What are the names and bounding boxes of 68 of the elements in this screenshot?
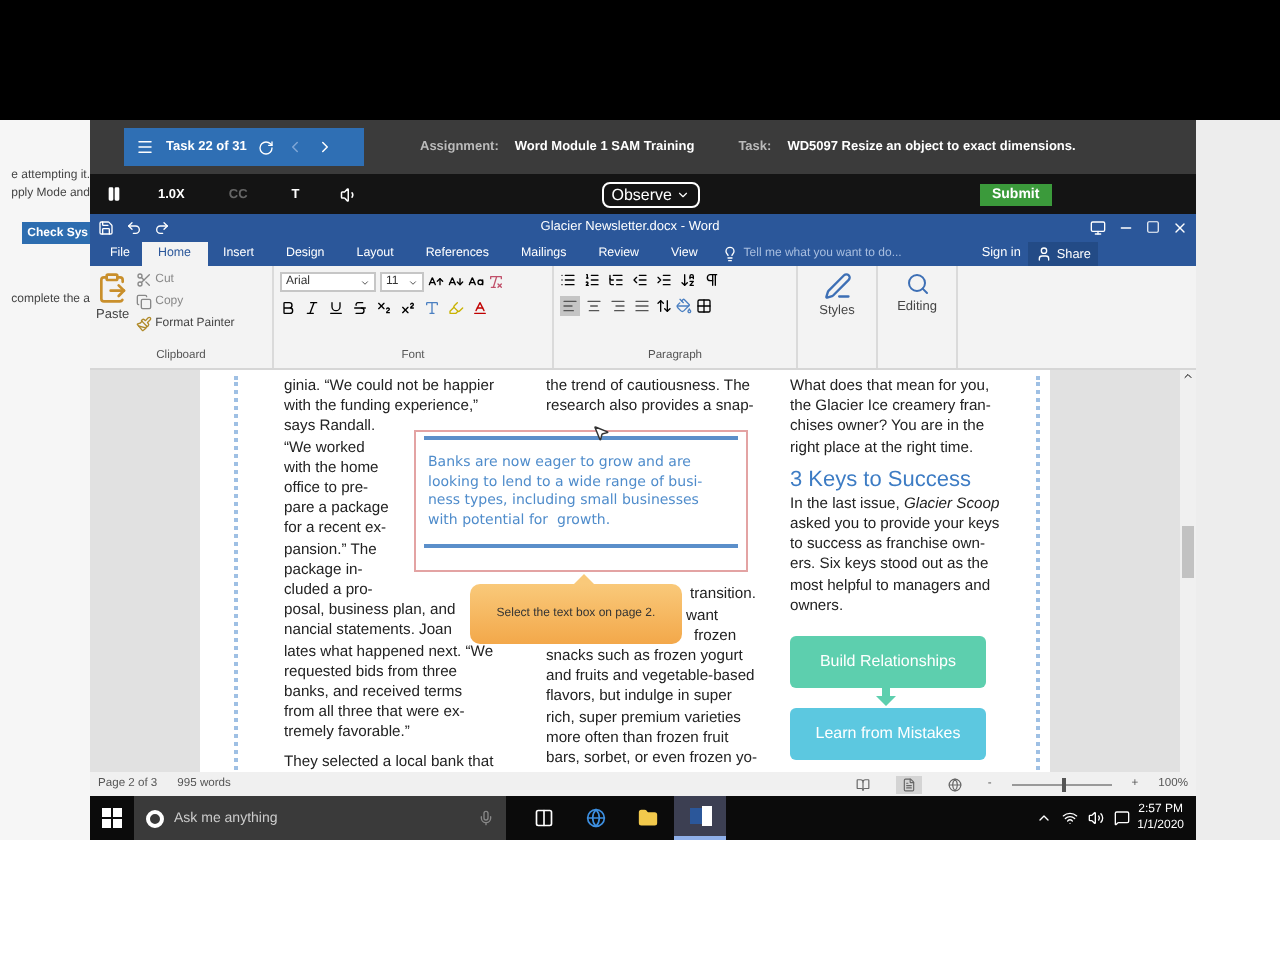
multilevel-list-icon[interactable] (608, 272, 624, 288)
bullets-icon[interactable] (560, 272, 576, 288)
process-step: Build Relationships (790, 636, 986, 689)
increase-indent-icon[interactable] (656, 272, 672, 288)
superscript-icon[interactable] (400, 300, 416, 316)
task-view-icon[interactable] (534, 808, 554, 828)
mode-select[interactable]: Observe (601, 181, 700, 207)
section-heading: 3 Keys to Success (790, 465, 973, 494)
align-right-icon[interactable] (608, 296, 628, 316)
windows-logo-icon[interactable] (102, 808, 122, 828)
chevron-down-icon (408, 277, 418, 287)
line-spacing-icon[interactable] (656, 298, 672, 314)
change-case-icon[interactable] (468, 274, 484, 290)
undo-icon[interactable] (126, 219, 142, 235)
lightbulb-icon (721, 246, 738, 262)
decrease-indent-icon[interactable] (632, 272, 648, 288)
menu-icon[interactable] (136, 138, 154, 156)
font-color-icon[interactable] (472, 300, 488, 316)
tooltip-pointer (574, 574, 594, 584)
scissors-icon (135, 272, 152, 288)
chevron-down-icon (675, 187, 690, 201)
redo-icon[interactable] (154, 219, 170, 235)
numbering-icon[interactable] (584, 272, 600, 288)
circle-icon[interactable] (146, 809, 164, 827)
pen-icon (823, 272, 851, 300)
chevron-down-icon (360, 277, 370, 287)
microphone-icon[interactable] (478, 810, 494, 826)
paintbrush-icon (135, 316, 152, 332)
grow-font-icon[interactable] (428, 274, 444, 290)
refresh-icon[interactable] (258, 139, 275, 155)
shading-icon[interactable] (676, 298, 692, 314)
speaker-icon[interactable] (339, 185, 358, 203)
borders-icon[interactable] (696, 298, 712, 314)
save-icon[interactable] (98, 219, 114, 235)
mouse-pointer-icon (592, 424, 610, 442)
shrink-font-icon[interactable] (448, 274, 464, 290)
align-center-icon[interactable] (584, 296, 604, 316)
document-app-icon[interactable] (689, 806, 711, 826)
search-icon (905, 272, 929, 296)
process-step: Learn from Mistakes (790, 708, 986, 761)
chevron-up-icon[interactable] (1035, 810, 1052, 826)
folder-icon[interactable] (638, 808, 658, 828)
clipboard-icon (96, 272, 129, 304)
align-left-icon[interactable] (560, 296, 580, 316)
down-arrow-icon (876, 688, 896, 707)
volume-icon[interactable] (1087, 810, 1104, 826)
notifications-icon[interactable] (1113, 810, 1130, 826)
bold-icon[interactable] (280, 300, 296, 316)
close-icon[interactable] (1172, 219, 1188, 235)
person-icon (1036, 246, 1053, 262)
align-justify-icon[interactable] (632, 296, 652, 316)
scrollbar-thumb[interactable] (1182, 526, 1194, 578)
pilcrow-icon[interactable] (704, 272, 720, 288)
clear-formatting-icon[interactable] (488, 274, 504, 290)
italic-icon[interactable] (304, 300, 320, 316)
sort-icon[interactable] (680, 272, 696, 288)
scroll-up-icon[interactable] (1182, 370, 1194, 382)
underline-icon[interactable] (328, 300, 344, 316)
print-view-button[interactable] (895, 775, 922, 793)
pause-icon[interactable] (106, 186, 122, 202)
subscript-icon[interactable] (376, 300, 392, 316)
copy-icon (135, 294, 152, 310)
browser-icon[interactable] (586, 808, 606, 828)
ribbon-display-icon[interactable] (1090, 219, 1106, 235)
restore-icon[interactable] (1146, 220, 1160, 234)
text-effects-icon[interactable] (424, 300, 440, 316)
network-icon[interactable] (1061, 810, 1078, 826)
strikethrough-icon[interactable] (352, 300, 368, 316)
